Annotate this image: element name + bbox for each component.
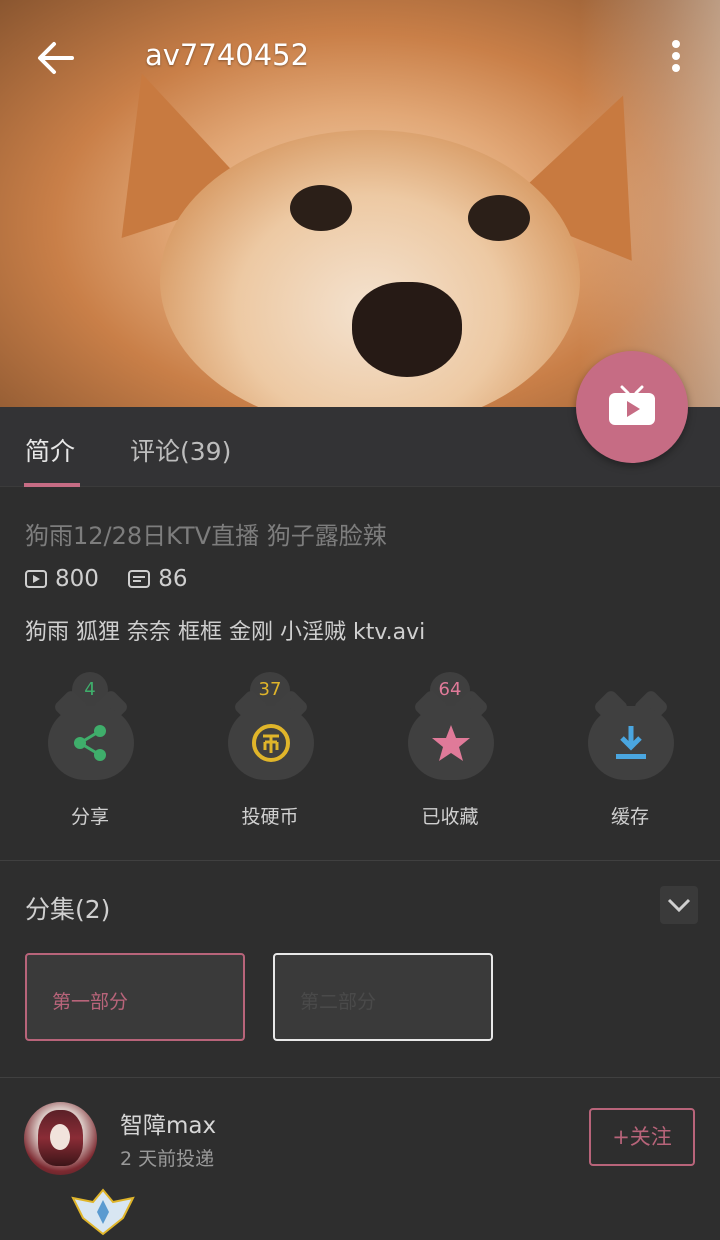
video-stats: 800 86 (25, 566, 210, 594)
chevron-down-icon (667, 898, 691, 913)
episode-part-2[interactable]: 第二部分 (273, 953, 493, 1041)
download-icon (616, 726, 646, 759)
star-icon (432, 725, 470, 761)
share-button[interactable]: 4 分享 (0, 672, 180, 842)
coin-button[interactable]: 37 投硬币 (180, 672, 360, 842)
favorite-button[interactable]: 64 已收藏 (360, 672, 540, 842)
play-video-button[interactable] (576, 351, 688, 463)
play-count: 800 (25, 566, 99, 592)
top-app-bar: av7740452 (0, 0, 720, 116)
video-title: 狗雨12/28日KTV直播 狗子露脸辣 (25, 522, 387, 550)
tv-play-icon (609, 385, 655, 425)
tab-comments[interactable]: 评论(39) (130, 432, 231, 468)
uploader-section: 智障max 2 天前投递 +关注 (0, 1078, 720, 1236)
back-arrow-icon[interactable] (34, 36, 78, 80)
uploader-avatar[interactable] (24, 1102, 97, 1175)
action-bar: 4 分享 37 投硬币 64 已收藏 缓存 (0, 672, 720, 842)
favorite-label: 已收藏 (421, 806, 479, 828)
badge-icon (67, 1188, 139, 1236)
danmaku-icon (128, 570, 151, 588)
upload-time: 2 天前投递 (120, 1148, 215, 1170)
page-title: av7740452 (145, 38, 310, 72)
uploader-name[interactable]: 智障max (120, 1106, 216, 1140)
danmaku-count: 86 (128, 566, 188, 592)
tab-intro[interactable]: 简介 (25, 432, 75, 468)
episode-part-1[interactable]: 第一部分 (25, 953, 245, 1041)
coin-icon (252, 724, 290, 762)
video-description: 狗雨 狐狸 奈奈 框框 金刚 小淫贼 ktv.avi (25, 620, 426, 645)
more-options-icon[interactable] (660, 36, 692, 80)
play-count-icon (25, 570, 47, 588)
episodes-title: 分集(2) (25, 895, 111, 924)
download-button[interactable]: 缓存 (540, 672, 720, 842)
expand-episodes-button[interactable] (660, 886, 698, 924)
share-label: 分享 (70, 806, 109, 828)
active-tab-indicator (24, 483, 80, 487)
download-label: 缓存 (610, 806, 649, 828)
share-icon (74, 725, 106, 761)
divider (0, 860, 720, 861)
follow-button[interactable]: +关注 (589, 1108, 695, 1166)
coin-label: 投硬币 (241, 806, 299, 828)
